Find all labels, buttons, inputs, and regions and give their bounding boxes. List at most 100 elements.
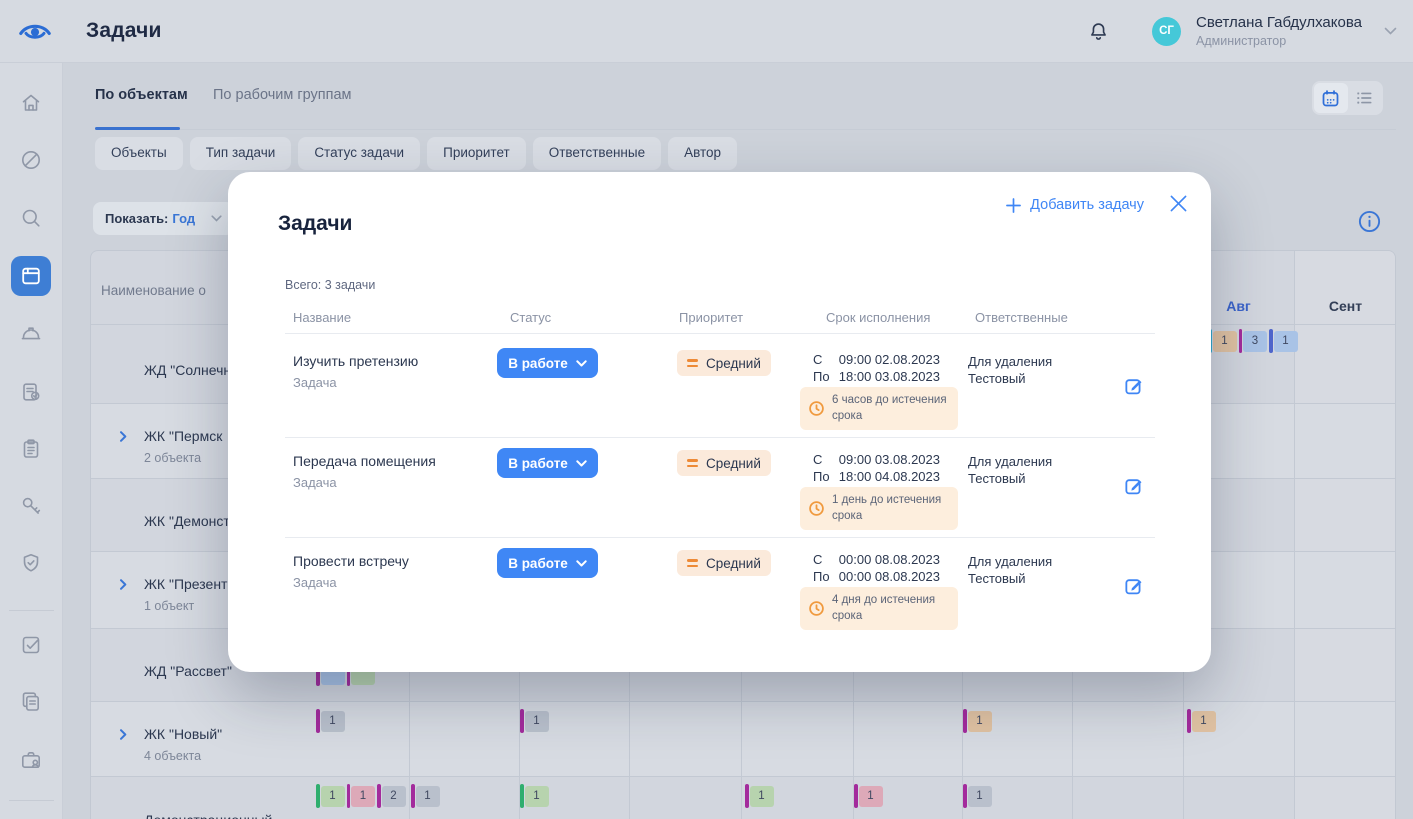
task-assignees: Для удаленияТестовый (968, 553, 1052, 587)
sidebar-item-copy[interactable] (11, 682, 51, 722)
filter-chip-5[interactable]: Автор (668, 137, 737, 170)
column-header-responsible: Ответственные (975, 310, 1068, 325)
date-to-label: По (813, 368, 835, 385)
task-count-badge[interactable]: 1 (316, 784, 345, 808)
edit-task-icon[interactable] (1124, 476, 1143, 495)
sidebar-item-home[interactable] (11, 83, 51, 123)
priority-label: Средний (706, 456, 761, 471)
date-from-label: С (813, 351, 835, 368)
badge-count: 1 (351, 786, 375, 807)
filter-chip-4[interactable]: Ответственные (533, 137, 661, 170)
filter-chip-0[interactable]: Объекты (95, 137, 183, 170)
sidebar-item-checkbox[interactable] (11, 625, 51, 665)
tasks-total-count: Всего: 3 задачи (285, 278, 375, 292)
filter-chip-2[interactable]: Статус задачи (298, 137, 420, 170)
filter-chip-1[interactable]: Тип задачи (190, 137, 292, 170)
object-name: ЖД "Солнечн (144, 362, 231, 378)
sidebar-item-briefcase-user[interactable] (11, 740, 51, 780)
task-count-badge[interactable]: 1 (1208, 329, 1237, 353)
sidebar-item-report-check[interactable] (11, 372, 51, 412)
date-from: С09:00 02.08.2023 (813, 351, 940, 368)
object-count: 4 объекта (144, 749, 201, 763)
status-dropdown-button[interactable]: В работе (497, 548, 598, 578)
tab-by-objects[interactable]: По объектам (95, 87, 188, 103)
shield-icon (19, 551, 43, 575)
task-count-badge[interactable]: 1 (745, 784, 774, 808)
expand-chevron-right-icon[interactable] (119, 729, 129, 740)
sidebar-item-clipboard[interactable] (11, 429, 51, 469)
task-badge-group: 1 (854, 784, 883, 808)
sidebar-item-search[interactable] (11, 198, 51, 238)
task-count-badge[interactable]: 1 (347, 784, 376, 808)
task-count-badge[interactable]: 1 (520, 784, 549, 808)
column-header-name: Название (293, 310, 351, 325)
key-icon (19, 494, 43, 518)
badge-count: 1 (1192, 711, 1216, 732)
task-count-badge[interactable]: 1 (316, 709, 345, 733)
calendar-view-button[interactable] (1314, 83, 1348, 113)
badge-count: 3 (1243, 331, 1267, 352)
task-count-badge[interactable]: 1 (1269, 329, 1298, 353)
notifications-bell-icon[interactable] (1087, 20, 1110, 43)
task-name: Провести встречу (293, 553, 409, 569)
task-row-divider (285, 537, 1155, 538)
expand-chevron-right-icon[interactable] (119, 431, 129, 442)
copy-icon (19, 690, 43, 714)
add-task-label: Добавить задачу (1030, 197, 1144, 213)
priority-badge: Средний (677, 450, 771, 476)
status-dropdown-button[interactable]: В работе (497, 448, 598, 478)
task-count-badge[interactable]: 1 (520, 709, 549, 733)
list-view-button[interactable] (1348, 83, 1382, 113)
edit-task-icon[interactable] (1124, 376, 1143, 395)
task-count-badge[interactable]: 1 (1187, 709, 1216, 733)
topbar-right: СГ Светлана Габдулхакова Администратор (1087, 14, 1413, 49)
sidebar-item-objects[interactable] (11, 256, 51, 296)
user-menu-chevron-down-icon[interactable] (1384, 27, 1397, 35)
badge-priority-bar (854, 784, 858, 808)
task-badge-group: 1 (316, 709, 345, 733)
task-count-badge[interactable]: 1 (854, 784, 883, 808)
filter-bar: ОбъектыТип задачиСтатус задачиПриоритетО… (95, 137, 737, 170)
column-header-deadline: Срок исполнения (826, 310, 930, 325)
sidebar-item-key[interactable] (11, 486, 51, 526)
expand-chevron-right-icon[interactable] (119, 579, 129, 590)
user-name: Светлана Габдулхакова (1196, 14, 1362, 31)
blocked-icon (19, 148, 43, 172)
info-icon[interactable] (1358, 210, 1381, 233)
task-count-badge[interactable]: 1 (411, 784, 440, 808)
deadline-dates: С09:00 03.08.2023По18:00 04.08.2023 (813, 451, 940, 485)
task-count-badge[interactable]: 3 (1239, 329, 1268, 353)
task-name: Изучить претензию (293, 353, 418, 369)
name-column-header: Наименование о (101, 283, 206, 298)
date-to-value: 18:00 03.08.2023 (835, 368, 940, 385)
user-avatar[interactable]: СГ (1152, 17, 1181, 46)
add-task-button[interactable]: Добавить задачу (1006, 197, 1144, 213)
deadline-warning: 4 дня до истечения срока (800, 587, 958, 630)
sidebar-item-shield[interactable] (11, 543, 51, 583)
edit-task-icon[interactable] (1124, 576, 1143, 595)
date-to-value: 18:00 04.08.2023 (835, 468, 940, 485)
show-period-select[interactable]: Показать: Год (93, 202, 234, 235)
sidebar-item-blocked[interactable] (11, 140, 51, 180)
object-name: ЖК "Новый" (144, 726, 222, 742)
task-count-badge[interactable]: 1 (963, 784, 992, 808)
priority-medium-icon (687, 359, 698, 367)
sidebar-divider (9, 610, 54, 611)
close-icon[interactable] (1170, 195, 1187, 212)
view-toggle (1312, 81, 1383, 115)
tab-by-workgroups[interactable]: По рабочим группам (213, 87, 352, 103)
app-logo-eye-icon[interactable] (18, 18, 52, 45)
objects-icon (19, 264, 43, 288)
filter-chip-3[interactable]: Приоритет (427, 137, 526, 170)
badge-priority-bar (316, 784, 320, 808)
table-header-divider (285, 333, 1155, 334)
badge-priority-bar (377, 784, 381, 808)
assignee-name: Для удаления (968, 453, 1052, 470)
task-count-badge[interactable]: 2 (377, 784, 406, 808)
user-info[interactable]: Светлана Габдулхакова Администратор (1196, 14, 1362, 49)
task-count-badge[interactable]: 1 (963, 709, 992, 733)
date-to-label: По (813, 468, 835, 485)
task-badge-group: 1 (963, 709, 992, 733)
status-dropdown-button[interactable]: В работе (497, 348, 598, 378)
sidebar-item-construction[interactable] (11, 314, 51, 354)
